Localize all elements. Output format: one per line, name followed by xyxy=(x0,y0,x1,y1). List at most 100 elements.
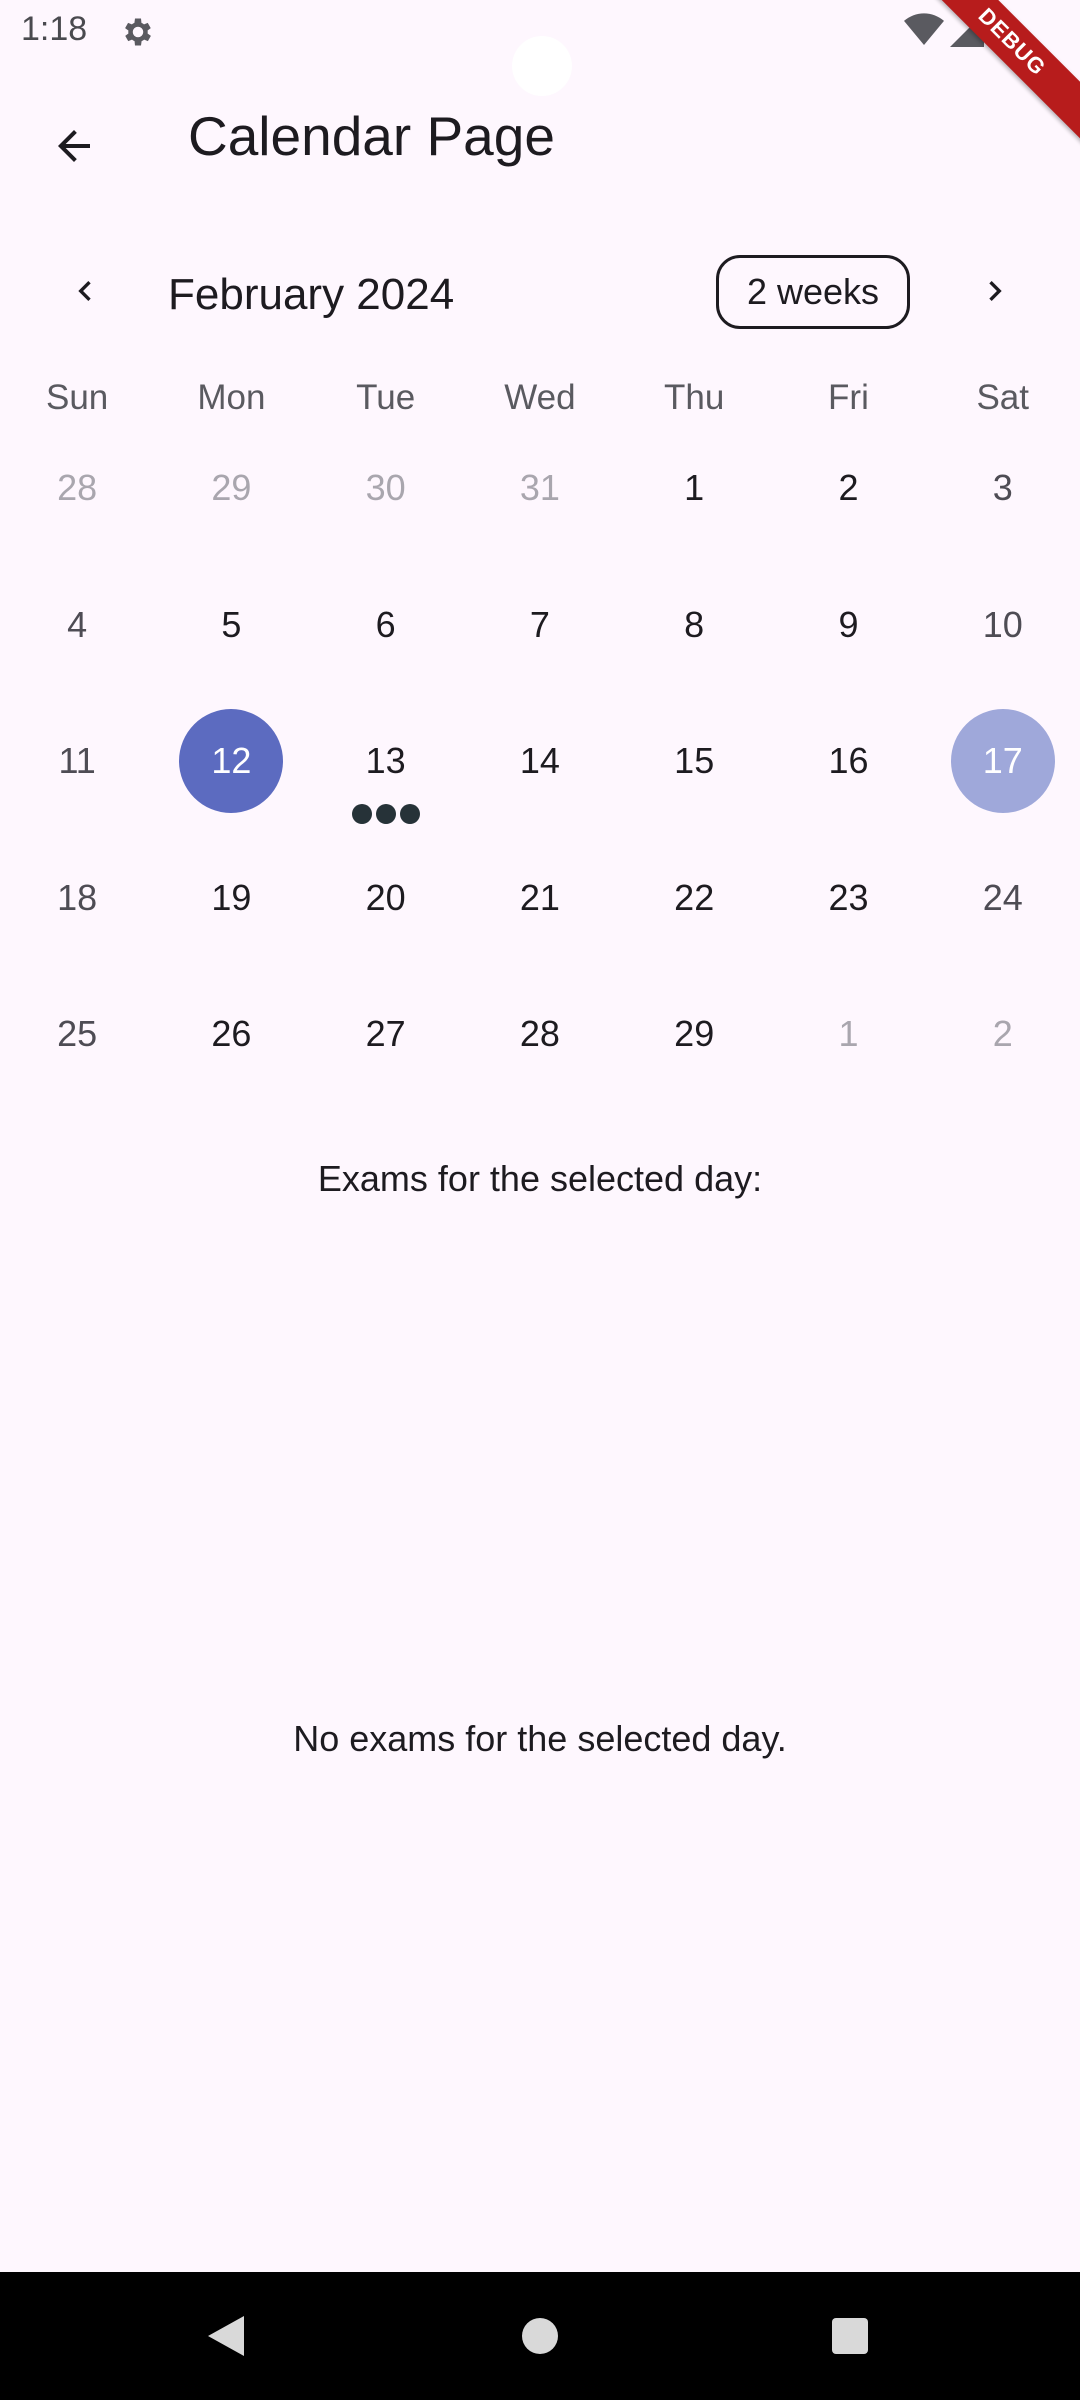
day-number: 31 xyxy=(519,467,560,509)
day-number: 24 xyxy=(982,876,1023,918)
calendar-day[interactable]: 26 xyxy=(154,966,308,1103)
previous-month-button[interactable] xyxy=(50,256,120,326)
exams-heading: Exams for the selected day: xyxy=(317,1158,763,1199)
calendar-day[interactable]: 7 xyxy=(463,557,617,694)
day-number: 10 xyxy=(982,603,1023,645)
calendar-day[interactable]: 15 xyxy=(617,693,771,830)
no-exams-message: No exams for the selected day. xyxy=(293,1718,787,1759)
nav-back-button[interactable] xyxy=(186,2296,266,2376)
wifi-icon xyxy=(904,12,944,53)
calendar-day[interactable]: 16 xyxy=(771,693,925,830)
calendar-week-row: 18 19 20 21 22 23 24 xyxy=(0,830,1080,967)
day-number: 9 xyxy=(838,603,859,645)
calendar-day-selected[interactable]: 12 xyxy=(154,693,308,830)
nav-home-button[interactable] xyxy=(500,2296,580,2376)
system-nav-bar xyxy=(0,2272,1080,2400)
calendar-day[interactable]: 9 xyxy=(771,557,925,694)
day-number: 29 xyxy=(211,467,252,509)
calendar-day[interactable]: 25 xyxy=(0,966,154,1103)
status-time: 1:18 xyxy=(21,10,88,48)
day-number: 12 xyxy=(211,740,252,782)
chevron-right-icon xyxy=(989,281,1002,301)
back-triangle-icon xyxy=(208,2316,244,2356)
day-number: 18 xyxy=(57,876,98,918)
calendar-day[interactable]: 20 xyxy=(309,830,463,967)
arrow-back-icon xyxy=(58,130,90,162)
calendar-day[interactable]: 3 xyxy=(926,420,1080,557)
nav-recents-button[interactable] xyxy=(810,2296,890,2376)
day-number: 2 xyxy=(992,1013,1013,1055)
day-number: 30 xyxy=(365,467,406,509)
day-number: 4 xyxy=(67,603,88,645)
day-number: 13 xyxy=(365,740,406,782)
app-bar: Calendar Page xyxy=(0,64,1080,208)
day-number: 11 xyxy=(58,740,96,782)
calendar-day[interactable]: 2 xyxy=(771,420,925,557)
format-toggle-button[interactable]: 2 weeks xyxy=(716,255,910,329)
calendar-day[interactable]: 13 xyxy=(309,693,463,830)
day-number: 15 xyxy=(674,740,715,782)
day-number: 25 xyxy=(57,1013,98,1055)
day-number: 27 xyxy=(365,1013,406,1055)
chevron-left-icon xyxy=(78,281,91,301)
calendar-day[interactable]: 29 xyxy=(617,966,771,1103)
calendar-day[interactable]: 31 xyxy=(463,420,617,557)
calendar-day[interactable]: 2 xyxy=(926,966,1080,1103)
day-number: 23 xyxy=(828,876,869,918)
day-number: 8 xyxy=(684,603,705,645)
calendar-day[interactable]: 4 xyxy=(0,557,154,694)
calendar-day[interactable]: 14 xyxy=(463,693,617,830)
calendar-day[interactable]: 18 xyxy=(0,830,154,967)
calendar-day[interactable]: 6 xyxy=(309,557,463,694)
calendar-day[interactable]: 11 xyxy=(0,693,154,830)
calendar-day[interactable]: 27 xyxy=(309,966,463,1103)
calendar-day[interactable]: 28 xyxy=(0,420,154,557)
calendar-day[interactable]: 29 xyxy=(154,420,308,557)
calendar-day[interactable]: 19 xyxy=(154,830,308,967)
back-button[interactable] xyxy=(34,106,114,186)
calendar-day[interactable]: 10 xyxy=(926,557,1080,694)
gear-icon xyxy=(120,14,156,50)
recents-square-icon xyxy=(832,2318,868,2354)
calendar-day[interactable]: 28 xyxy=(463,966,617,1103)
calendar-day[interactable]: 22 xyxy=(617,830,771,967)
calendar-day[interactable]: 30 xyxy=(309,420,463,557)
day-number: 26 xyxy=(211,1013,252,1055)
day-number: 20 xyxy=(365,876,406,918)
calendar-day[interactable]: 23 xyxy=(771,830,925,967)
calendar-day[interactable]: 1 xyxy=(771,966,925,1103)
calendar-week-row: 4 5 6 7 8 9 10 xyxy=(0,557,1080,694)
next-month-button[interactable] xyxy=(960,256,1030,326)
event-markers xyxy=(351,803,420,824)
day-number: 28 xyxy=(519,1013,560,1055)
day-number: 22 xyxy=(674,876,715,918)
event-marker-dot xyxy=(399,803,420,824)
day-number: 28 xyxy=(57,467,98,509)
day-number: 21 xyxy=(519,876,560,918)
day-number: 1 xyxy=(684,467,705,509)
home-circle-icon xyxy=(522,2318,558,2354)
calendar-week-row: 28 29 30 31 1 2 3 xyxy=(0,420,1080,557)
calendar-week-row: 11 12 13 14 15 16 17 xyxy=(0,693,1080,830)
calendar-day[interactable]: 5 xyxy=(154,557,308,694)
day-number: 7 xyxy=(529,603,550,645)
calendar-grid: 28 29 30 31 1 2 3 4 5 6 7 8 9 10 11 12 13 14 15 16 17 18 19 20 2… xyxy=(0,420,1080,1103)
calendar-header: February 2024 2 weeks xyxy=(0,240,1080,350)
calendar-week-row: 25 26 27 28 29 1 2 xyxy=(0,966,1080,1103)
day-number: 2 xyxy=(838,467,859,509)
day-number: 29 xyxy=(674,1013,715,1055)
day-number: 16 xyxy=(828,740,869,782)
calendar-day[interactable]: 8 xyxy=(617,557,771,694)
event-marker-dot xyxy=(351,803,372,824)
page-title: Calendar Page xyxy=(188,105,555,167)
day-number: 5 xyxy=(221,603,242,645)
calendar-day-today[interactable]: 17 xyxy=(926,693,1080,830)
day-number: 3 xyxy=(992,467,1013,509)
day-number: 14 xyxy=(519,740,560,782)
calendar-day[interactable]: 1 xyxy=(617,420,771,557)
event-marker-dot xyxy=(375,803,396,824)
month-label: February 2024 xyxy=(168,270,455,319)
day-number: 6 xyxy=(375,603,396,645)
calendar-day[interactable]: 24 xyxy=(926,830,1080,967)
calendar-day[interactable]: 21 xyxy=(463,830,617,967)
